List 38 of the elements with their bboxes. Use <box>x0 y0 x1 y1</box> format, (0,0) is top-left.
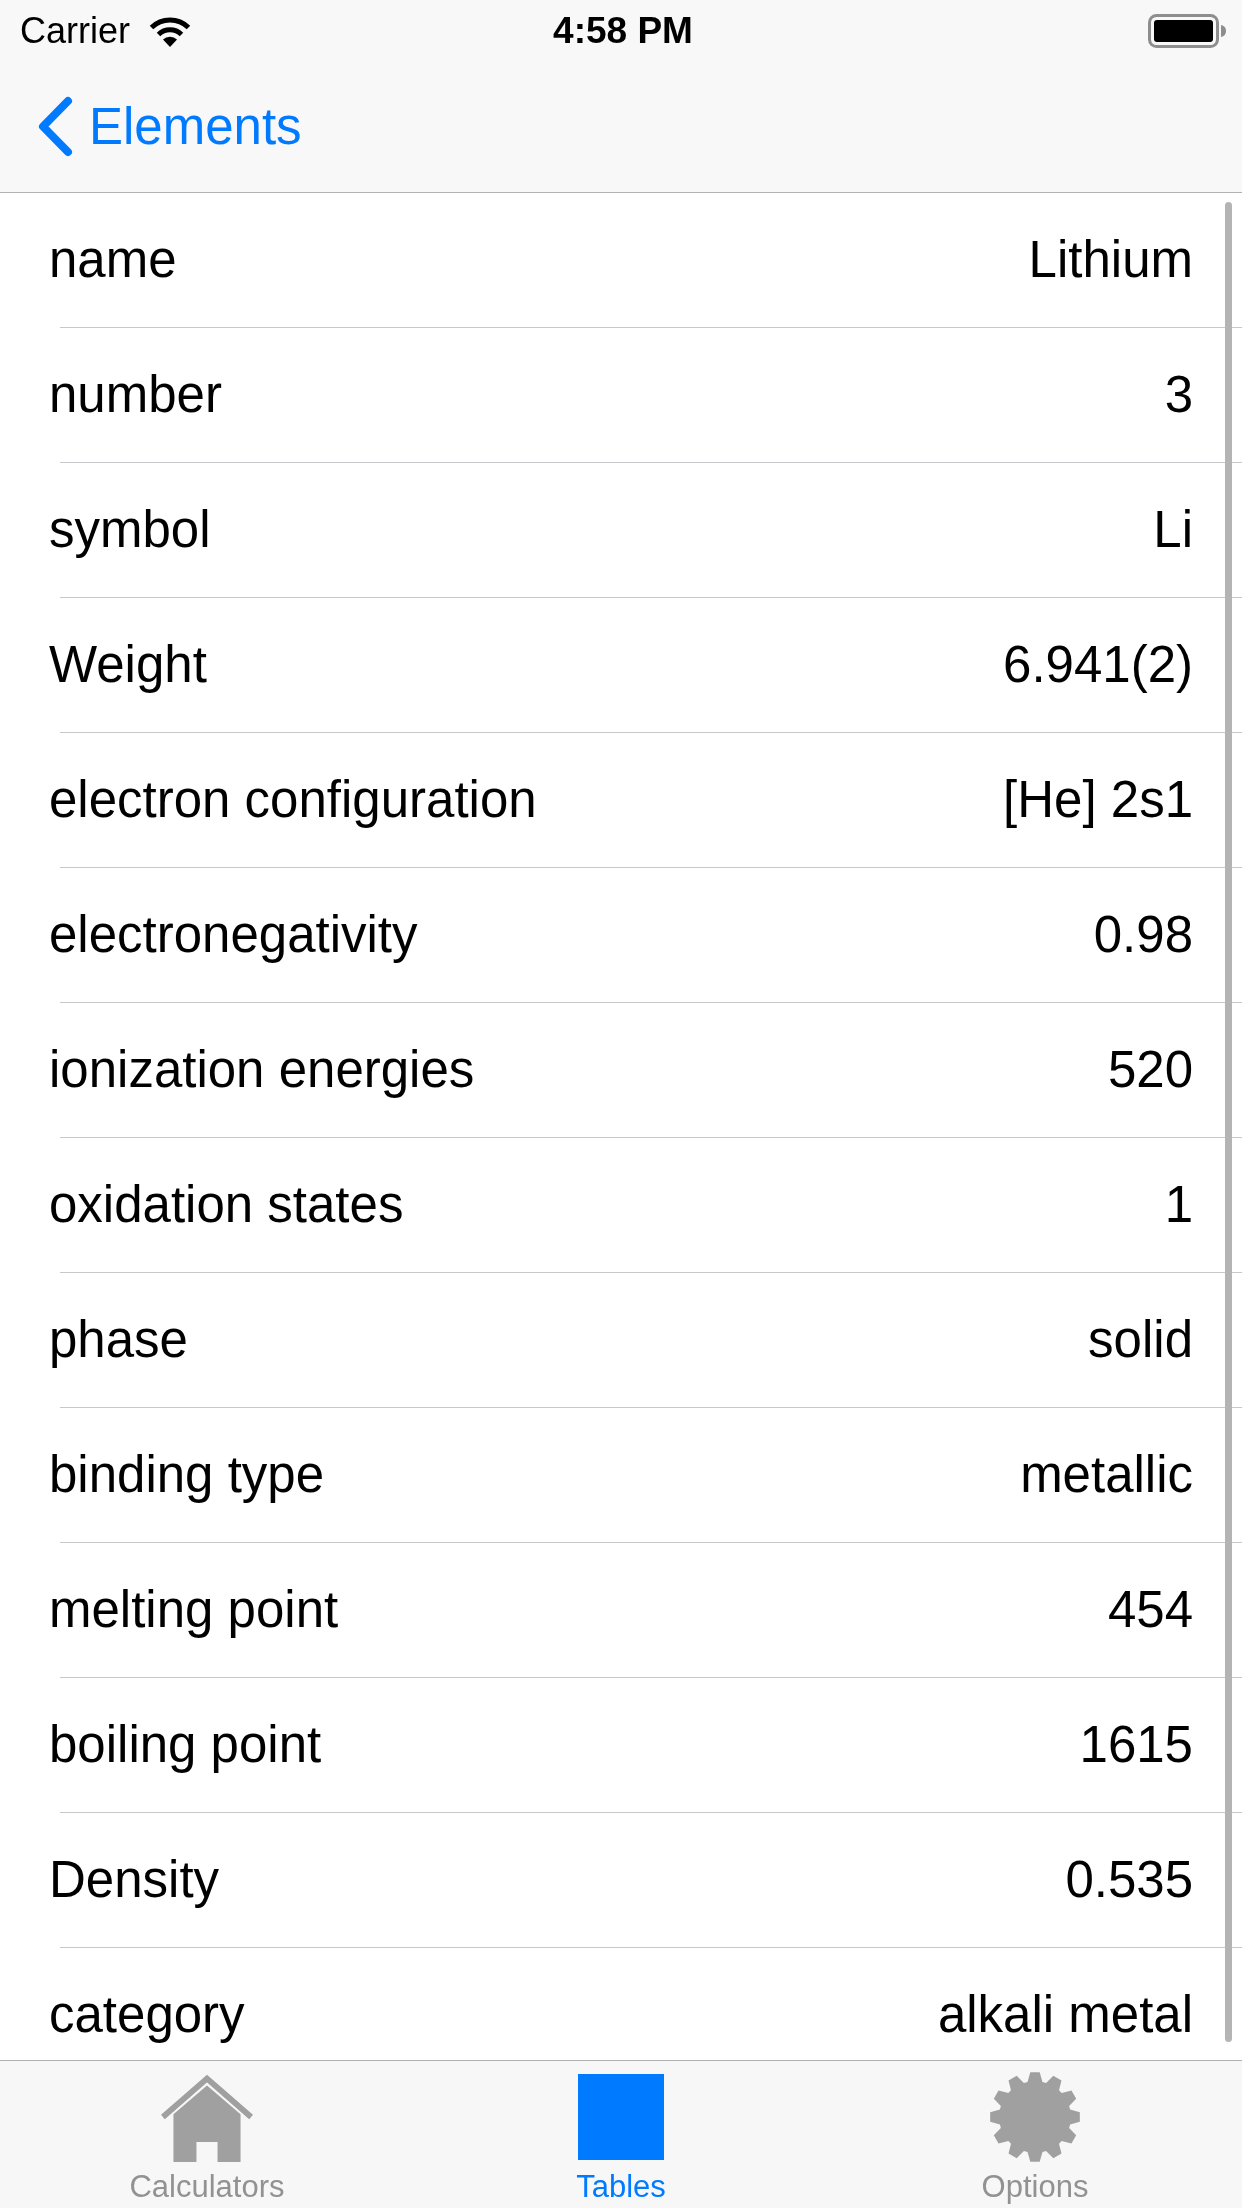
row-label: ionization energies <box>49 1040 475 1101</box>
row-value: alkali metal <box>937 1985 1193 2046</box>
row-value: 0.98 <box>1093 905 1193 966</box>
row-value: 1 <box>1164 1175 1193 1236</box>
row-value: metallic <box>1020 1445 1193 1506</box>
chevron-left-icon <box>36 96 73 157</box>
row-value: Li <box>1153 500 1193 561</box>
row-value: [He] 2s1 <box>1003 770 1193 831</box>
row-label: electronegativity <box>49 905 418 966</box>
row-label: oxidation states <box>49 1175 404 1236</box>
row-value: 1615 <box>1079 1715 1193 1776</box>
row-label: melting point <box>49 1580 339 1641</box>
row-label: electron configuration <box>49 770 537 831</box>
row-value: solid <box>1088 1310 1193 1371</box>
row-label: number <box>49 365 222 426</box>
status-time: 4:58 PM <box>553 12 693 49</box>
battery-icon <box>1148 13 1226 48</box>
tab-bar-item[interactable]: Calculators <box>0 2061 414 2208</box>
row-value: 0.535 <box>1065 1850 1193 1911</box>
row-label: category <box>49 1985 245 2046</box>
row-value: 3 <box>1164 365 1193 426</box>
row-label: binding type <box>49 1445 325 1506</box>
row-label: Weight <box>49 635 207 696</box>
row-label: Density <box>49 1850 220 1911</box>
carrier-name: Carrier <box>20 12 130 49</box>
gear-icon <box>987 2071 1083 2163</box>
back-button[interactable]: Elements <box>36 96 302 157</box>
row-value: Lithium <box>1028 230 1193 291</box>
row-value: 454 <box>1107 1580 1193 1641</box>
row-label: phase <box>49 1310 188 1371</box>
tab-bar-item[interactable]: Options <box>828 2061 1242 2208</box>
square-icon <box>578 2074 664 2160</box>
row-label: symbol <box>49 500 211 561</box>
row-value: 520 <box>1107 1040 1193 1101</box>
row-value: 6.941(2) <box>1003 635 1193 696</box>
row-label: name <box>49 230 177 291</box>
row-label: boiling point <box>49 1715 322 1776</box>
tab-bar-item[interactable]: Tables <box>414 2061 828 2208</box>
